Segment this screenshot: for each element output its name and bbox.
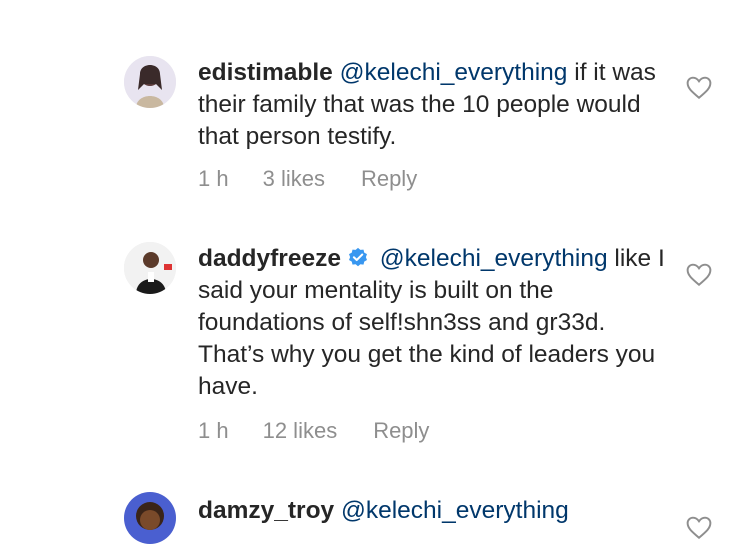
like-button[interactable]: [686, 263, 712, 287]
comment-meta: 1 h 3 likes Reply: [198, 166, 417, 192]
comment-meta: 1 h 12 likes Reply: [198, 418, 429, 444]
comment-time: 1 h: [198, 418, 229, 443]
comment-username[interactable]: daddyfreeze: [198, 245, 341, 272]
comment-mention[interactable]: @kelechi_everything: [341, 497, 569, 524]
avatar[interactable]: [124, 56, 176, 108]
comment-mention[interactable]: @kelechi_everything: [340, 59, 568, 86]
comment-username[interactable]: edistimable: [198, 59, 333, 86]
reply-button[interactable]: Reply: [361, 166, 417, 192]
like-button[interactable]: [686, 516, 712, 540]
verified-badge-icon: [347, 246, 369, 268]
comment-body: edistimable @kelechi_everything if it wa…: [198, 57, 668, 153]
avatar-cartoon-icon: [124, 492, 176, 544]
heart-outline-icon: [686, 516, 712, 540]
avatar-man-icon: [124, 242, 176, 294]
reply-button[interactable]: Reply: [373, 418, 429, 444]
comment-mention[interactable]: @kelechi_everything: [380, 245, 608, 272]
comment-body: damzy_troy @kelechi_everything: [198, 495, 668, 527]
comment-body: daddyfreeze @kelechi_everything like I s…: [198, 243, 668, 403]
avatar[interactable]: [124, 492, 176, 544]
comment-time: 1 h: [198, 166, 229, 191]
avatar[interactable]: [124, 242, 176, 294]
comment-likes-count[interactable]: 3 likes: [263, 166, 325, 192]
avatar-woman-icon: [124, 56, 176, 108]
heart-outline-icon: [686, 76, 712, 100]
comment-likes-count[interactable]: 12 likes: [263, 418, 338, 444]
heart-outline-icon: [686, 263, 712, 287]
like-button[interactable]: [686, 76, 712, 100]
comment-username[interactable]: damzy_troy: [198, 497, 334, 524]
